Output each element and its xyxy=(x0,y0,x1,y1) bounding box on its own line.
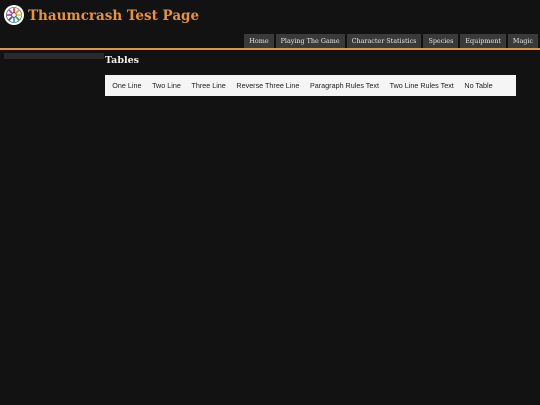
tab-one-line[interactable]: One Line xyxy=(107,81,147,90)
site-header: Thaumcrash Test Page Home Playing The Ga… xyxy=(0,0,540,48)
nav-item-home[interactable]: Home xyxy=(244,34,274,48)
tab-no-table[interactable]: No Table xyxy=(459,81,498,90)
nav-item-magic[interactable]: Magic xyxy=(507,34,538,48)
wheel-logo-icon[interactable] xyxy=(3,4,25,26)
header-divider xyxy=(0,48,540,50)
nav-item-character-statistics[interactable]: Character Statistics xyxy=(346,34,422,48)
tab-paragraph-rules-text[interactable]: Paragraph Rules Text xyxy=(305,81,385,90)
nav-item-species[interactable]: Species xyxy=(423,34,459,48)
nav-item-equipment[interactable]: Equipment xyxy=(460,34,506,48)
tab-three-line[interactable]: Three Line xyxy=(186,81,231,90)
table-style-tabs: One Line Two Line Three Line Reverse Thr… xyxy=(105,75,516,96)
nav-item-playing-the-game[interactable]: Playing The Game xyxy=(275,34,345,48)
tab-two-line-rules-text[interactable]: Two Line Rules Text xyxy=(384,81,459,90)
tab-two-line[interactable]: Two Line xyxy=(147,81,186,90)
main-nav: Home Playing The Game Character Statisti… xyxy=(242,34,538,48)
tab-reverse-three-line[interactable]: Reverse Three Line xyxy=(231,81,305,90)
sidebar xyxy=(4,53,104,59)
page-title: Tables xyxy=(105,55,139,66)
site-title[interactable]: Thaumcrash Test Page xyxy=(28,8,199,24)
